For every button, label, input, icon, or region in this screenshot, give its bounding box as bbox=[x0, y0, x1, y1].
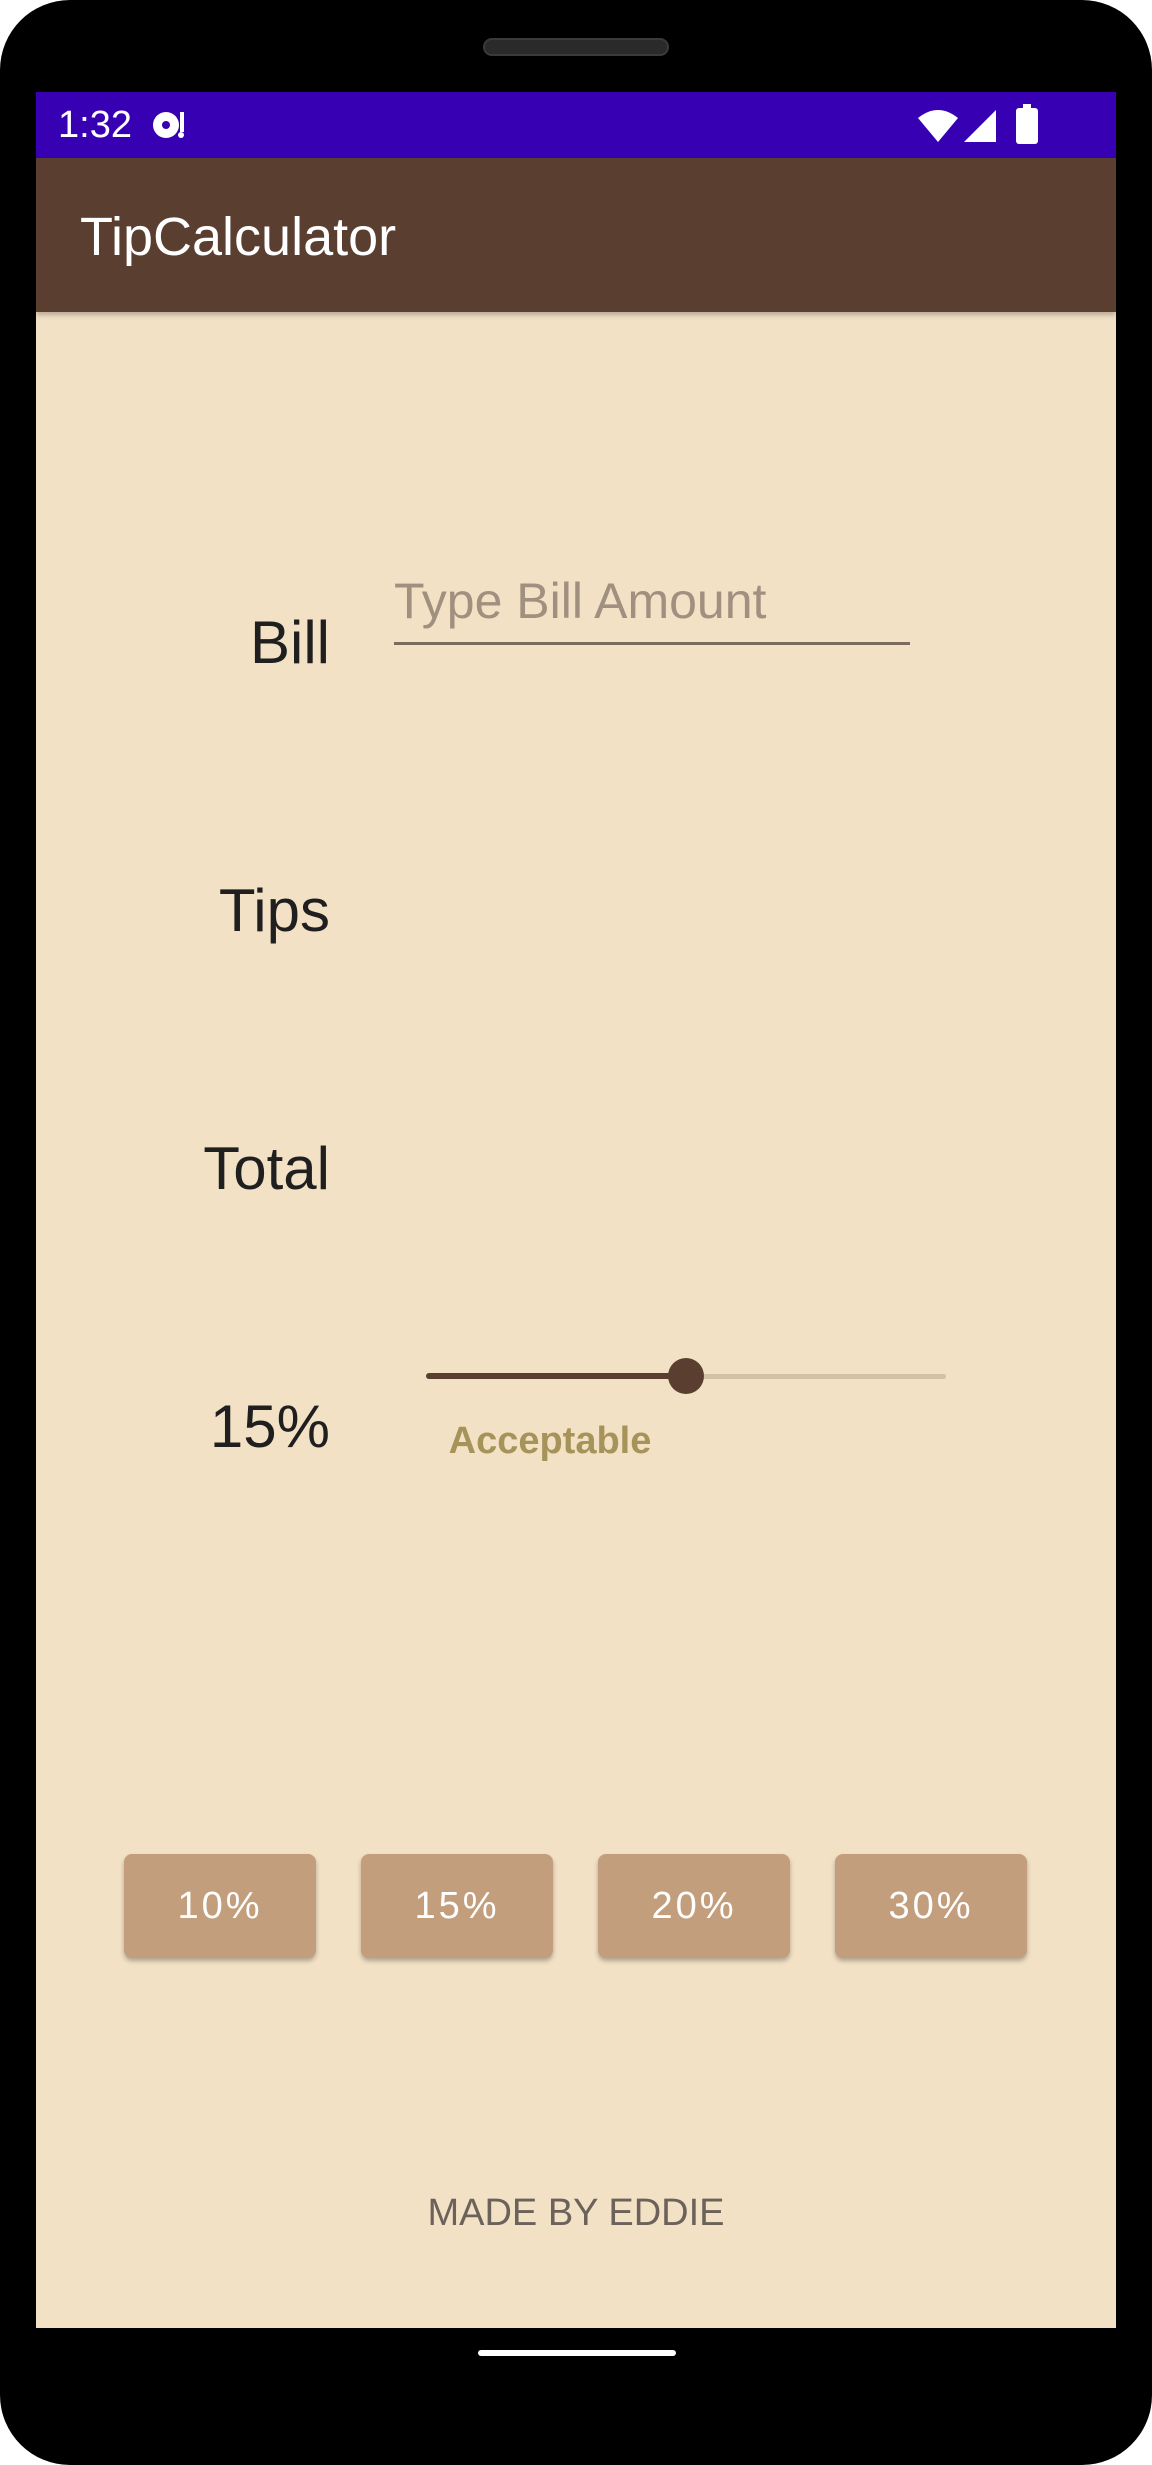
tip-20-button[interactable]: 20% bbox=[598, 1854, 790, 1958]
footer-credit: MADE BY EDDIE bbox=[427, 2192, 725, 2234]
status-time: 1:32 bbox=[58, 104, 132, 146]
tip-15-button[interactable]: 15% bbox=[361, 1854, 553, 1958]
earpiece-speaker bbox=[483, 38, 669, 56]
phone-frame: 1:32 TipCalculator Bill Tips bbox=[0, 0, 1152, 2465]
signal-icon bbox=[964, 110, 996, 142]
slider-thumb[interactable] bbox=[668, 1358, 704, 1394]
bill-amount-input[interactable] bbox=[394, 560, 910, 645]
bill-label: Bill bbox=[249, 609, 330, 676]
app-bar: TipCalculator bbox=[36, 158, 1116, 312]
app-screen: 1:32 TipCalculator Bill Tips bbox=[36, 92, 1116, 2328]
tip-percent-label: 15% bbox=[209, 1393, 330, 1460]
app-title: TipCalculator bbox=[80, 207, 397, 267]
media-icon bbox=[153, 112, 184, 138]
tip-description: Acceptable bbox=[448, 1420, 652, 1462]
home-indicator[interactable] bbox=[478, 2350, 676, 2356]
status-bar: 1:32 bbox=[36, 92, 1116, 158]
wifi-icon bbox=[918, 110, 958, 142]
tip-10-button[interactable]: 10% bbox=[124, 1854, 316, 1958]
slider-active-track bbox=[426, 1373, 686, 1379]
tip-percent-slider[interactable] bbox=[426, 1346, 946, 1406]
battery-icon bbox=[1016, 104, 1038, 144]
total-label: Total bbox=[203, 1135, 330, 1202]
tip-30-button[interactable]: 30% bbox=[835, 1854, 1027, 1958]
tips-label: Tips bbox=[218, 877, 330, 944]
